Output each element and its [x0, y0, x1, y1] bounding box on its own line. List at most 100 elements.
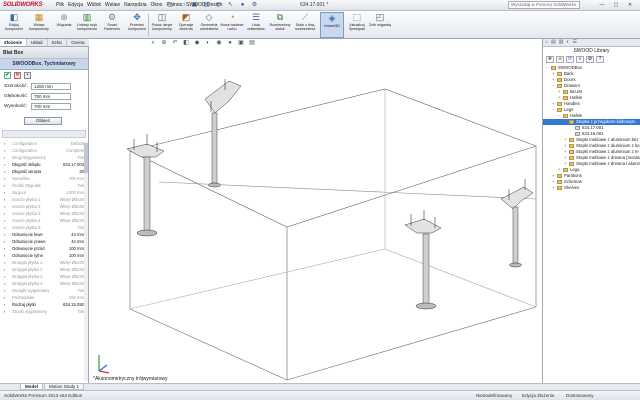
property-row[interactable]: ▪ Configuration Complete: [0, 147, 88, 154]
menu-narzedzia[interactable]: Narzędzia: [124, 2, 147, 8]
exploded-view-button[interactable]: ⧉ Rozstrzelony widok: [268, 12, 292, 38]
mate-button[interactable]: ⊕ Wiązania: [52, 12, 76, 38]
library-search-icon[interactable]: ⌕: [576, 56, 584, 63]
move-component-button[interactable]: ✥ Przenieś komponent: [125, 12, 149, 38]
property-row[interactable]: ▪ naroże płytka 3 Wkręt Ø5x30: [0, 210, 88, 217]
property-row[interactable]: ▪ Środki Wypukłe Tak: [0, 182, 88, 189]
open-icon[interactable]: ▭: [178, 1, 187, 9]
motion-study-button[interactable]: ◔ Nowe badanie ruchu: [220, 12, 244, 38]
home-icon[interactable]: ⌂: [545, 39, 548, 46]
library-refresh-icon[interactable]: ⟳: [566, 56, 574, 63]
property-row[interactable]: ▪ stropgła płytka 4 Wkręt Ø5x30: [0, 280, 88, 287]
property-row[interactable]: ▪ Odsunięcie przód 100 mm: [0, 245, 88, 252]
help-search-input[interactable]: Wyszukaj w Pomocy SolidWorks: [508, 1, 580, 9]
cancel-icon[interactable]: ✕: [14, 72, 21, 79]
library-settings-icon[interactable]: ⚙: [586, 56, 594, 63]
property-row[interactable]: ▪ Odsunięcie prawe 44 mm: [0, 238, 88, 245]
menu-edycja[interactable]: Edycja: [68, 2, 83, 8]
menu-widok[interactable]: Widok: [87, 2, 101, 8]
library-icon[interactable]: ▤: [551, 39, 556, 46]
tab-szkic[interactable]: Szkic: [48, 39, 68, 46]
undo-icon[interactable]: ↶: [214, 1, 223, 9]
property-row[interactable]: ▪ Długość skłądu 634.17.003: [0, 161, 88, 168]
solidworks-logo[interactable]: SOLIDWORKS: [3, 2, 43, 8]
instant3d-button[interactable]: ◈ Instant3D: [320, 12, 344, 38]
solidworks-window: SOLIDWORKS Plik Edycja Widok Wstaw Narzę…: [0, 0, 640, 400]
scrollbar-thumb[interactable]: [84, 143, 88, 173]
menu-wstaw[interactable]: Wstaw: [105, 2, 120, 8]
status-edition: SolidWorks Premium 2013 x64 Edition: [4, 393, 83, 398]
linear-pattern-button[interactable]: ▥ Liniowy szyk komponentu: [75, 12, 99, 38]
library-add-icon[interactable]: ✚: [546, 56, 554, 63]
options-icon[interactable]: ⚙: [250, 1, 259, 9]
assembly-features-button[interactable]: ◩ Operacje złożenia: [174, 12, 198, 38]
minimize-icon[interactable]: —: [596, 1, 608, 9]
tab-uklad[interactable]: Układ: [27, 39, 48, 46]
property-row[interactable]: ▪ Środki wygasniony Tak: [0, 308, 88, 315]
library-tree: − SWOODBox + Back + Doors − Drawers + BLUM + Hafele…: [543, 65, 640, 191]
property-row[interactable]: ▪ stropgła płytka 3 Wkręt Ø5x30: [0, 273, 88, 280]
property-row[interactable]: ▪ Podmoduler 150 mm: [0, 294, 88, 301]
property-icon: ▪: [4, 302, 6, 307]
property-row[interactable]: ▪ naroże płytka 4 Wkręt Ø5x30: [0, 217, 88, 224]
tab-ocena[interactable]: Ocena: [67, 39, 90, 46]
select-icon[interactable]: ↖: [226, 1, 235, 9]
insert-components-button[interactable]: ▦ Wstaw komponenty: [27, 12, 51, 38]
reference-geometry-button[interactable]: ◇ Geometria odniesienia: [197, 12, 221, 38]
height-field[interactable]: 700 mm: [31, 102, 71, 110]
width-field[interactable]: 1200 mm: [31, 82, 71, 90]
confirm-icon[interactable]: ✔: [4, 72, 11, 79]
custom-properties-icon[interactable]: ☰: [573, 39, 577, 46]
explode-line-button[interactable]: ⟋ Szkic z linią rozstrzelenia: [293, 12, 317, 38]
folder-icon: [563, 95, 568, 100]
print-icon[interactable]: ▤: [202, 1, 211, 9]
axis-triad-icon: [98, 355, 110, 374]
property-row[interactable]: ▪ Drugi Wygasniony Tak: [0, 154, 88, 161]
property-row[interactable]: ▪ Odsunięcie tylne 100 mm: [0, 252, 88, 259]
tab-zlozenie[interactable]: Złożenie: [0, 39, 28, 46]
library-folder-icon[interactable]: ▰: [556, 56, 564, 63]
menu-plik[interactable]: Plik: [56, 2, 64, 8]
property-row[interactable]: ▪ naroże płytka 2 Wkręt Ø5x30: [0, 203, 88, 210]
graphics-viewport[interactable]: ⌕ ⊕ ↶ ◧ ◆ ◐ ◉ ● ▣ ▤ *Aksonometryczny tró…: [89, 39, 542, 383]
property-row[interactable]: ▪ Configuration Default: [0, 140, 88, 147]
depth-field[interactable]: 750 mm: [31, 92, 71, 100]
property-row[interactable]: ▪ stropgła płytka 2 Wkręt Ø5x30: [0, 266, 88, 273]
library-help-icon[interactable]: ?: [596, 56, 604, 63]
snapshot-button[interactable]: ◰ Zrób migawkę: [368, 12, 392, 38]
status-units[interactable]: Dostosowany: [566, 393, 594, 398]
tree-node[interactable]: + Shelves: [543, 185, 640, 191]
property-name: Rodzaj płytki: [12, 302, 36, 307]
scrollbar[interactable]: [84, 141, 88, 381]
property-row[interactable]: ▪ naroże płytka 5 Tak: [0, 224, 88, 231]
pin-icon[interactable]: ▪: [24, 72, 31, 79]
property-row[interactable]: ▪ Straight wygasniony Tak: [0, 287, 88, 294]
show-hidden-button[interactable]: ◫ Pokaż ukryte komponenty: [150, 12, 174, 38]
bom-button[interactable]: ☰ Lista materiałów: [244, 12, 268, 38]
edit-component-button[interactable]: ◧ Edytuj komponent: [2, 12, 26, 38]
property-row[interactable]: ▪ Rodzaj płytki 634.15.092: [0, 301, 88, 308]
property-row[interactable]: ▪ stropgła płytka 1 Wkręt Ø5x30: [0, 259, 88, 266]
tree-node-label: Legs: [564, 107, 574, 112]
close-icon[interactable]: ✕: [624, 1, 636, 9]
smart-fasteners-button[interactable]: ⚙ Smart Fasteners: [100, 12, 124, 38]
tree-node-label: Stopki meblowe z aluminium z re: [576, 149, 639, 154]
file-explorer-icon[interactable]: ▥: [559, 39, 564, 46]
apply-button[interactable]: Obkieć: [24, 117, 62, 125]
save-icon[interactable]: ▣: [190, 1, 199, 9]
speedpak-button[interactable]: ⬚ Aktualizuj Speedpak: [345, 12, 369, 38]
property-row[interactable]: ▪ naroże płytka 1 Wkręt Ø5x30: [0, 196, 88, 203]
property-row[interactable]: ▪ Odsunięcie lewe 44 mm: [0, 231, 88, 238]
show-hidden-icon: ◫: [157, 12, 167, 22]
property-row[interactable]: ▪ Nazwisko 700 mm: [0, 175, 88, 182]
property-name: stropgła płytka 3: [12, 274, 43, 279]
new-icon[interactable]: ▢: [166, 1, 175, 9]
property-icon: ▪: [4, 204, 6, 209]
menu-okno[interactable]: Okno: [151, 2, 163, 8]
maximize-icon[interactable]: ▢: [610, 1, 622, 9]
rebuild-icon[interactable]: ●: [238, 1, 247, 9]
title-bar: SOLIDWORKS Plik Edycja Widok Wstaw Narzę…: [0, 0, 640, 11]
appearances-icon[interactable]: ◐: [567, 39, 570, 46]
property-row[interactable]: ▪ Jarguur 1200 mm: [0, 189, 88, 196]
property-row[interactable]: ▪ Długość winięta 30: [0, 168, 88, 175]
